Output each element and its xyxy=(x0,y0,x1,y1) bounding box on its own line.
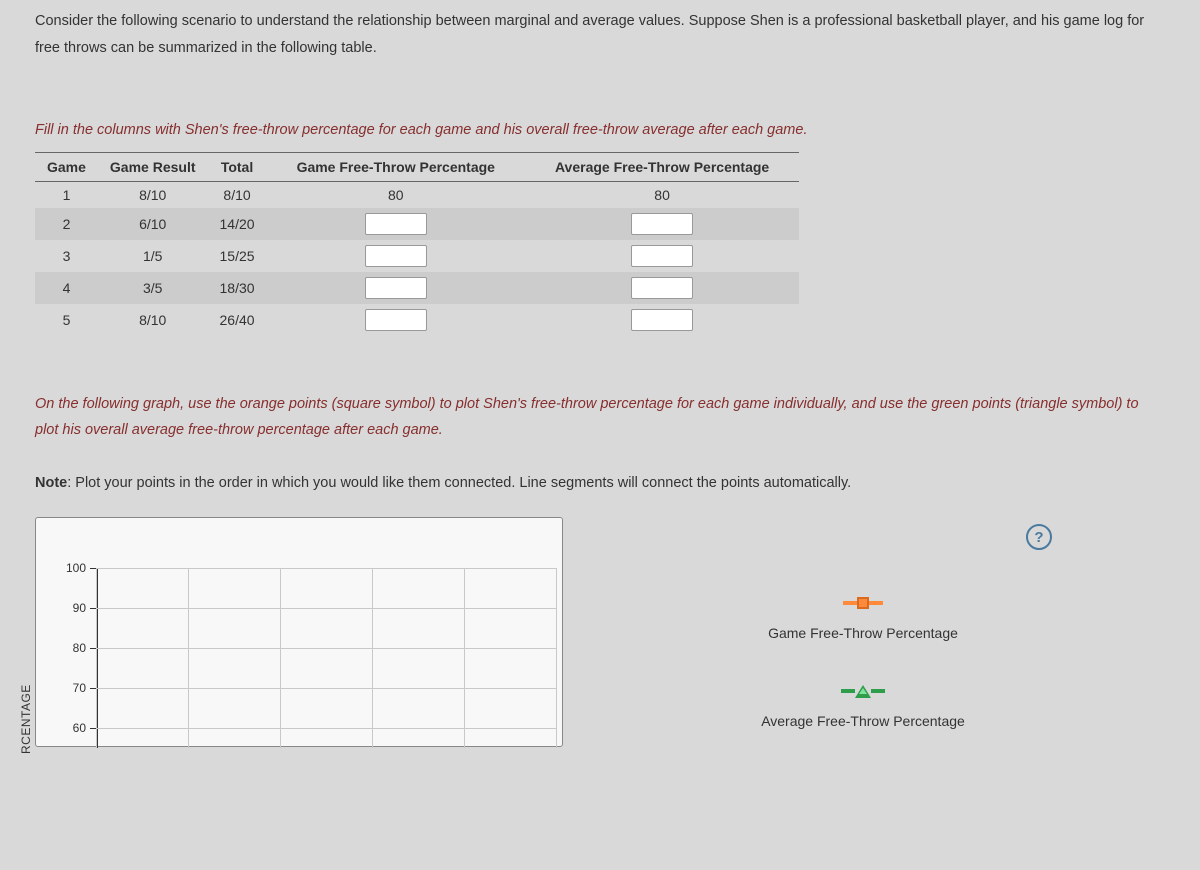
square-icon xyxy=(857,597,869,609)
cell-game: 2 xyxy=(35,208,98,240)
table-row: 3 1/5 15/25 xyxy=(35,240,799,272)
legend: Game Free-Throw Percentage Average Free-… xyxy=(708,595,1018,771)
note-text: : Plot your points in the order in which… xyxy=(67,475,851,491)
col-result: Game Result xyxy=(98,152,208,181)
help-button[interactable]: ? xyxy=(1026,524,1052,550)
y-axis-label: RCENTAGE xyxy=(19,684,33,754)
table-row: 5 8/10 26/40 xyxy=(35,304,799,336)
square-line-icon xyxy=(843,601,857,605)
legend-label: Game Free-Throw Percentage xyxy=(708,625,1018,641)
legend-series-average[interactable]: Average Free-Throw Percentage xyxy=(708,683,1018,729)
cell-avg-pct: 80 xyxy=(525,181,799,208)
table-row: 2 6/10 14/20 xyxy=(35,208,799,240)
triangle-line-icon xyxy=(871,689,885,693)
cell-result: 8/10 xyxy=(98,181,208,208)
avg-pct-input[interactable] xyxy=(631,245,693,267)
col-game: Game xyxy=(35,152,98,181)
cell-game: 1 xyxy=(35,181,98,208)
y-tick: 90 xyxy=(56,601,86,615)
cell-result: 6/10 xyxy=(98,208,208,240)
graph-canvas[interactable]: ? RCENTAGE 100 90 80 70 60 xyxy=(35,517,563,747)
intro-text: Consider the following scenario to under… xyxy=(35,8,1165,62)
cell-total: 14/20 xyxy=(208,208,267,240)
avg-pct-input[interactable] xyxy=(631,213,693,235)
cell-total: 8/10 xyxy=(208,181,267,208)
game-pct-input[interactable] xyxy=(365,309,427,331)
square-line-icon xyxy=(869,601,883,605)
col-total: Total xyxy=(208,152,267,181)
y-tick: 80 xyxy=(56,641,86,655)
y-tick: 60 xyxy=(56,721,86,735)
table-row: 4 3/5 18/30 xyxy=(35,272,799,304)
avg-pct-input[interactable] xyxy=(631,309,693,331)
cell-total: 15/25 xyxy=(208,240,267,272)
cell-result: 8/10 xyxy=(98,304,208,336)
cell-game: 5 xyxy=(35,304,98,336)
triangle-icon xyxy=(855,685,871,698)
free-throw-table: Game Game Result Total Game Free-Throw P… xyxy=(35,152,799,336)
cell-game: 4 xyxy=(35,272,98,304)
y-tick: 70 xyxy=(56,681,86,695)
legend-label: Average Free-Throw Percentage xyxy=(708,713,1018,729)
game-pct-input[interactable] xyxy=(365,277,427,299)
cell-game: 3 xyxy=(35,240,98,272)
col-game-pct: Game Free-Throw Percentage xyxy=(267,152,525,181)
cell-result: 3/5 xyxy=(98,272,208,304)
plot-note: Note: Plot your points in the order in w… xyxy=(35,470,1165,497)
game-pct-input[interactable] xyxy=(365,213,427,235)
note-label: Note xyxy=(35,475,67,491)
avg-pct-input[interactable] xyxy=(631,277,693,299)
graph-instruction: On the following graph, use the orange p… xyxy=(35,391,1165,445)
y-tick: 100 xyxy=(56,561,86,575)
cell-total: 26/40 xyxy=(208,304,267,336)
col-avg-pct: Average Free-Throw Percentage xyxy=(525,152,799,181)
game-pct-input[interactable] xyxy=(365,245,427,267)
cell-game-pct: 80 xyxy=(267,181,525,208)
table-row: 1 8/10 8/10 80 80 xyxy=(35,181,799,208)
cell-result: 1/5 xyxy=(98,240,208,272)
table-instruction: Fill in the columns with Shen's free-thr… xyxy=(35,122,1165,138)
legend-series-game[interactable]: Game Free-Throw Percentage xyxy=(708,595,1018,641)
cell-total: 18/30 xyxy=(208,272,267,304)
triangle-line-icon xyxy=(841,689,855,693)
